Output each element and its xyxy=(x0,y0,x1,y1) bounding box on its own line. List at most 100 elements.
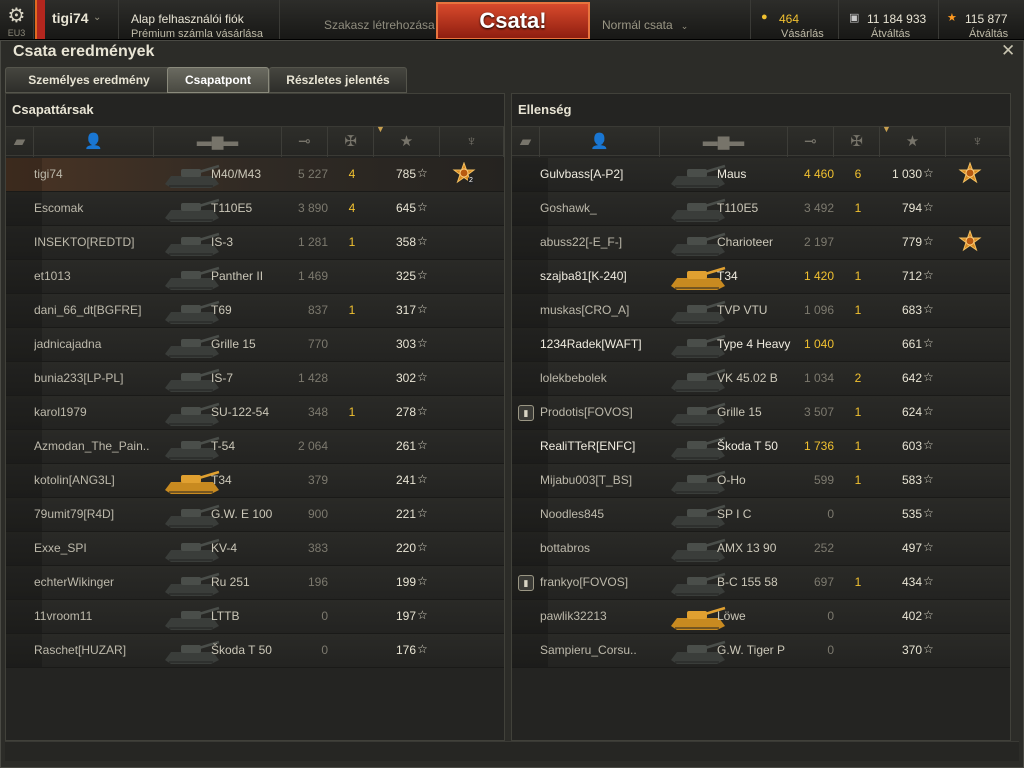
chevron-down-icon[interactable]: ⌄ xyxy=(93,12,101,23)
server-label: EU3 xyxy=(7,28,26,38)
player-name: jadnicajadna xyxy=(34,337,102,351)
table-row[interactable]: 79umit79[R4D] G.W. E 100 900 221 ☆ xyxy=(6,498,504,532)
table-row[interactable]: Sampieru_Corsu.. G.W. Tiger P 0 370 ☆ xyxy=(512,634,1010,668)
kills-icon[interactable]: ✠ xyxy=(328,127,374,157)
enemies-panel: Ellenség ▰ 👤 ▬▆▬ ⊸ ✠ ★ ♆ ▼ Gulvbass[A-P2] Maus 4 … xyxy=(511,93,1011,741)
table-row[interactable]: Mijabu003[T_BS] O-Ho 599 1 583 ☆ xyxy=(512,464,1010,498)
exchange-credits-link[interactable]: Átváltás xyxy=(871,28,910,39)
table-row[interactable]: bottabros AMX 13 90 252 497 ☆ xyxy=(512,532,1010,566)
table-row[interactable]: szajba81[K-240] T34 1 420 1 712 ☆ xyxy=(512,260,1010,294)
top-bar: ⚙ EU3 tigi74 ⌄ Alap felhasználói fiók Pr… xyxy=(0,0,1024,40)
table-row[interactable]: bunia233[LP-PL] IS-7 1 428 302 ☆ xyxy=(6,362,504,396)
tab-personal-result[interactable]: Személyes eredmény xyxy=(5,67,173,93)
xp-value: 317 xyxy=(395,303,416,317)
tank-icon[interactable]: ▬▆▬ xyxy=(154,127,282,157)
window-title: Csata eredmények xyxy=(13,43,155,60)
table-row[interactable]: Azmodan_The_Pain.. T-54 2 064 261 ☆ xyxy=(6,430,504,464)
star-icon: ☆ xyxy=(923,574,934,588)
table-row[interactable]: dani_66_dt[BGFRE] T69 837 1 317 ☆ xyxy=(6,294,504,328)
platoon-icon[interactable]: ▰ xyxy=(6,127,34,157)
player-name: Escomak xyxy=(34,201,84,215)
table-row[interactable]: ▮ frankyo[FOVOS] B-C 155 58 697 1 434 ☆ xyxy=(512,566,1010,600)
xp-value: 197 xyxy=(395,609,416,623)
create-platoon-button[interactable]: Szakasz létrehozása xyxy=(324,18,435,32)
medal-icon[interactable]: 2 xyxy=(452,161,478,188)
star-icon: ☆ xyxy=(417,302,428,316)
table-row[interactable]: muskas[CRO_A] TVP VTU 1 096 1 683 ☆ xyxy=(512,294,1010,328)
table-row[interactable]: kotolin[ANG3L] T34 379 241 ☆ xyxy=(6,464,504,498)
player-icon[interactable]: 👤 xyxy=(540,127,660,157)
table-row[interactable]: jadnicajadna Grille 15 770 303 ☆ xyxy=(6,328,504,362)
table-row[interactable]: Escomak T110E5 3 890 4 645 ☆ xyxy=(6,192,504,226)
table-row[interactable]: 1234Radek[WAFT] Type 4 Heavy 1 040 661 ☆ xyxy=(512,328,1010,362)
player-name: lolekbebolek xyxy=(540,371,607,385)
tank-name: TVP VTU xyxy=(717,303,768,317)
table-row[interactable]: karol1979 SU-122-54 348 1 278 ☆ xyxy=(6,396,504,430)
xp-value: 370 xyxy=(901,643,922,657)
xp-value: 261 xyxy=(395,439,416,453)
table-row[interactable]: abuss22[-E_F-] Charioteer 2 197 779 ☆ xyxy=(512,226,1010,260)
table-row[interactable]: Raschet[HUZAR] Škoda T 50 0 176 ☆ xyxy=(6,634,504,668)
table-row[interactable]: INSEKTO[REDTD] IS-3 1 281 1 358 ☆ xyxy=(6,226,504,260)
damage-value: 379 xyxy=(307,473,328,487)
table-row[interactable]: Goshawk_ T110E5 3 492 1 794 ☆ xyxy=(512,192,1010,226)
tank-name: M40/M43 xyxy=(211,167,262,181)
tank-name: Panther II xyxy=(211,269,264,283)
player-name: bottabros xyxy=(540,541,591,555)
tank-name: Ru 251 xyxy=(211,575,250,589)
player-name: abuss22[-E_F-] xyxy=(540,235,623,249)
allies-rows: tigi74 M40/M43 5 227 4 785 ☆ 2 Escomak T110E5 3 8… xyxy=(6,158,504,668)
battle-button[interactable]: Csata! xyxy=(436,2,590,39)
table-row[interactable]: pawlik32213 Löwe 0 402 ☆ xyxy=(512,600,1010,634)
xp-value: 325 xyxy=(395,269,416,283)
table-row[interactable]: RealiTTeR[ENFC] Škoda T 50 1 736 1 603 ☆ xyxy=(512,430,1010,464)
exchange-xp-link[interactable]: Átváltás xyxy=(969,28,1008,39)
table-row[interactable]: lolekbebolek VK 45.02 B 1 034 2 642 ☆ xyxy=(512,362,1010,396)
table-row[interactable]: et1013 Panther II 1 469 325 ☆ xyxy=(6,260,504,294)
star-icon: ☆ xyxy=(923,506,934,520)
damage-value: 252 xyxy=(813,541,834,555)
table-row[interactable]: 11vroom11 LTTB 0 197 ☆ xyxy=(6,600,504,634)
damage-value: 770 xyxy=(307,337,328,351)
medal-icon[interactable]: ♆ xyxy=(440,127,504,157)
platoon-icon[interactable]: ▰ xyxy=(512,127,540,157)
damage-icon[interactable]: ⊸ xyxy=(282,127,328,157)
star-icon: ☆ xyxy=(923,302,934,316)
damage-value: 900 xyxy=(307,507,328,521)
kills-value: 1 xyxy=(348,303,356,317)
buy-gold-link[interactable]: Vásárlás xyxy=(781,28,824,39)
close-icon[interactable]: ✕ xyxy=(1001,41,1015,61)
xp-value: 402 xyxy=(901,609,922,623)
username[interactable]: tigi74 xyxy=(52,10,89,26)
player-name: Prodotis[FOVOS] xyxy=(540,405,633,419)
table-row[interactable]: echterWikinger Ru 251 196 199 ☆ xyxy=(6,566,504,600)
tab-team-score[interactable]: Csapatpont xyxy=(167,67,269,93)
xp-value: 583 xyxy=(901,473,922,487)
damage-icon[interactable]: ⊸ xyxy=(788,127,834,157)
tank-name: T110E5 xyxy=(211,201,253,215)
table-row[interactable]: tigi74 M40/M43 5 227 4 785 ☆ 2 xyxy=(6,158,504,192)
battle-mode-select[interactable]: Normál csata ⌄ xyxy=(602,18,688,32)
medal-icon[interactable] xyxy=(958,229,984,256)
tank-icon[interactable]: ▬▆▬ xyxy=(660,127,788,157)
damage-value: 1 428 xyxy=(297,371,328,385)
medal-icon[interactable]: ♆ xyxy=(946,127,1010,157)
tab-detailed-report[interactable]: Részletes jelentés xyxy=(269,67,407,93)
settings-button[interactable]: ⚙ EU3 xyxy=(0,0,34,39)
table-row[interactable]: ▮ Prodotis[FOVOS] Grille 15 3 507 1 624 ☆ xyxy=(512,396,1010,430)
premium-link[interactable]: Prémium számla vásárlása xyxy=(131,28,263,39)
account-info: Alap felhasználói fiók Prémium számla vá… xyxy=(118,0,280,39)
medal-icon[interactable] xyxy=(958,161,984,188)
player-name: dani_66_dt[BGFRE] xyxy=(34,303,142,317)
star-icon: ☆ xyxy=(923,404,934,418)
tank-name: AMX 13 90 xyxy=(717,541,777,555)
credits-icon: ▣ xyxy=(849,12,860,24)
kills-icon[interactable]: ✠ xyxy=(834,127,880,157)
xp-value: 683 xyxy=(901,303,922,317)
table-row[interactable]: Noodles845 SP I C 0 535 ☆ xyxy=(512,498,1010,532)
player-icon[interactable]: 👤 xyxy=(34,127,154,157)
table-row[interactable]: Exxe_SPI KV-4 383 220 ☆ xyxy=(6,532,504,566)
kills-value: 6 xyxy=(854,167,862,181)
table-row[interactable]: Gulvbass[A-P2] Maus 4 460 6 1 030 ☆ xyxy=(512,158,1010,192)
star-icon: ☆ xyxy=(417,608,428,622)
